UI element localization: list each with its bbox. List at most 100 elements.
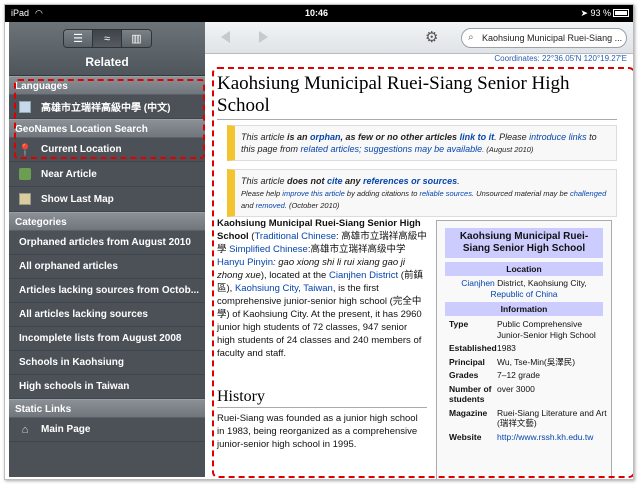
notice-text: any: [342, 176, 364, 186]
infobox-row: Established 1983: [449, 343, 607, 354]
category-item[interactable]: Orphaned articles from August 2010: [9, 231, 205, 255]
infobox-value: over 3000: [497, 383, 535, 394]
section-geonames: GeoNames Location Search: [9, 119, 205, 138]
sidebar-header: ☰ ≈ ▥ Related: [9, 22, 205, 76]
intro-paragraph: Kaohsiung Municipal Ruei-Siang Senior Hi…: [217, 217, 427, 360]
section-languages: Languages: [9, 76, 205, 95]
category-label: Schools in Kaohsiung: [19, 357, 125, 368]
waves-icon[interactable]: ≈: [93, 30, 122, 47]
infobox-label: Established: [449, 343, 497, 353]
near-article-icon: [19, 168, 31, 180]
cianjhen-district-link[interactable]: Cianjhen District: [329, 270, 398, 281]
infobox-location-header: Location: [445, 262, 603, 276]
location-arrow-icon: ➤: [580, 8, 591, 18]
notice-text: . Unsourced material may be: [471, 189, 570, 198]
infobox-row: Magazine Ruei-Siang Literature and Art (瑞…: [449, 408, 607, 429]
infobox-row: Type Public Comprehensive Junior-Senior H…: [449, 319, 607, 340]
simplified-chinese-link[interactable]: Simplified Chinese: [229, 244, 308, 255]
main-page-label: Main Page: [41, 424, 91, 435]
section-categories: Categories: [9, 212, 205, 231]
category-item[interactable]: All orphaned articles: [9, 255, 205, 279]
related-articles-link[interactable]: related articles; suggestions may be ava…: [301, 144, 483, 154]
gear-icon[interactable]: ⚙: [425, 28, 438, 46]
battery-status: ➤ 93 %: [580, 8, 629, 19]
infobox-location-text: District, Kaohsiung City,: [494, 278, 587, 288]
hanyu-pinyin-link[interactable]: Hanyu Pinyin: [217, 257, 273, 268]
section-static-links: Static Links: [9, 399, 205, 418]
intro-text: :高雄市立瑞祥高级中学: [307, 244, 406, 255]
category-item[interactable]: Articles lacking sources from Octob...: [9, 279, 205, 303]
ipad-screen: iPad ◠ 10:46 ➤ 93 % ☰ ≈ ▥ Related Langua…: [4, 4, 634, 480]
infobox-label: Website: [449, 431, 482, 442]
cite-link[interactable]: cite: [327, 176, 343, 186]
infobox-value: Wu, Tse-Min(吳澤民): [497, 356, 576, 367]
notice-text: is an: [287, 132, 311, 142]
map-pin-icon: 📍: [17, 142, 33, 157]
category-label: All articles lacking sources: [19, 309, 148, 320]
introduce-links-link[interactable]: introduce links: [529, 132, 587, 142]
show-last-map-item[interactable]: Show Last Map: [9, 187, 205, 212]
list-icon[interactable]: ☰: [64, 30, 93, 47]
notice-text: does not: [287, 176, 328, 186]
infobox-label: Principal: [449, 356, 485, 367]
infobox-value: Public Comprehensive Junior-Senior High …: [497, 319, 596, 340]
category-label: All orphaned articles: [19, 261, 118, 272]
coordinates-link[interactable]: Coordinates: 22°36.05′N 120°19.27′E: [205, 54, 633, 65]
main-page-item[interactable]: ⌂ Main Page: [9, 418, 205, 442]
notice-text: . Please: [494, 132, 530, 142]
category-item[interactable]: High schools in Taiwan: [9, 375, 205, 399]
home-icon: ⌂: [21, 423, 29, 436]
back-arrow-icon[interactable]: [221, 31, 230, 43]
infobox-title: Kaohsiung Municipal Ruei-Siang Senior Hi…: [445, 228, 603, 258]
category-item[interactable]: Schools in Kaohsiung: [9, 351, 205, 375]
category-item[interactable]: Incomplete lists from August 2008: [9, 327, 205, 351]
article-view: Kaohsiung Municipal Ruei-Siang Senior Hi…: [205, 65, 633, 479]
language-flag-icon: [19, 100, 31, 113]
notice-text: and: [241, 201, 256, 210]
search-icon: ⌕: [468, 32, 474, 43]
infobox-label: Grades: [449, 370, 479, 380]
orphan-link[interactable]: orphan: [310, 132, 341, 142]
page-title: Kaohsiung Municipal Ruei-Siang Senior Hi…: [217, 73, 617, 120]
infobox-label: Magazine: [449, 407, 488, 418]
infobox-information-header: Information: [445, 302, 603, 316]
near-article-item[interactable]: Near Article: [9, 162, 205, 187]
orphan-notice: This article is an orphan, as few or no …: [227, 125, 617, 161]
infobox-value: 7–12 grade: [497, 370, 541, 380]
history-paragraph: Ruei-Siang was founded as a junior high …: [217, 413, 418, 450]
infobox-row: Grades 7–12 grade: [449, 370, 607, 381]
device-label: iPad: [11, 8, 30, 18]
browser-toolbar: ⚙ ⌕ Kaohsiung Municipal Ruei-Siang ...: [205, 22, 633, 54]
traditional-chinese-link[interactable]: Traditional Chinese: [254, 231, 336, 242]
book-icon[interactable]: ▥: [122, 30, 151, 47]
search-value: Kaohsiung Municipal Ruei-Siang ...: [482, 33, 623, 43]
removed-link[interactable]: removed: [256, 201, 285, 210]
notice-date: . (August 2010): [482, 145, 534, 154]
history-heading: History: [217, 388, 427, 408]
challenged-link[interactable]: challenged: [570, 189, 606, 198]
category-label: High schools in Taiwan: [19, 381, 130, 392]
website-link[interactable]: http://www.rssh.kh.edu.tw: [497, 432, 607, 443]
battery-percent: 93 %: [590, 8, 611, 18]
link-to-it-link[interactable]: link to it: [460, 132, 495, 142]
references-link[interactable]: references or sources: [363, 176, 457, 186]
infobox-location: Cianjhen District, Kaohsiung City, Repub…: [441, 278, 607, 300]
kaohsiung-city-link[interactable]: Kaohsiung City, Taiwan: [235, 283, 333, 294]
category-item[interactable]: All articles lacking sources: [9, 303, 205, 327]
intro-text: ), located at the: [260, 270, 329, 281]
search-input[interactable]: ⌕ Kaohsiung Municipal Ruei-Siang ...: [461, 28, 627, 48]
improve-article-link[interactable]: improve this article: [282, 189, 345, 198]
infobox-row: Number of students over 3000: [449, 384, 607, 405]
language-item[interactable]: 高雄市立瑞祥高級中學 (中文): [9, 95, 205, 119]
notice-text: This article: [241, 132, 288, 142]
notice-text: by adding citations to: [344, 189, 420, 198]
forward-arrow-icon[interactable]: [259, 31, 268, 43]
notice-text: Please help: [241, 189, 283, 198]
notice-text: , as few or no other articles: [340, 132, 460, 142]
infobox-roc-link[interactable]: Republic of China: [490, 289, 557, 299]
reliable-sources-link[interactable]: reliable sources: [419, 189, 472, 198]
view-mode-segmented-control: ☰ ≈ ▥: [63, 29, 152, 48]
infobox-cianjhen-link[interactable]: Cianjhen: [461, 278, 495, 288]
language-item-label: 高雄市立瑞祥高級中學 (中文): [41, 103, 171, 114]
current-location-item[interactable]: 📍 Current Location: [9, 138, 205, 162]
